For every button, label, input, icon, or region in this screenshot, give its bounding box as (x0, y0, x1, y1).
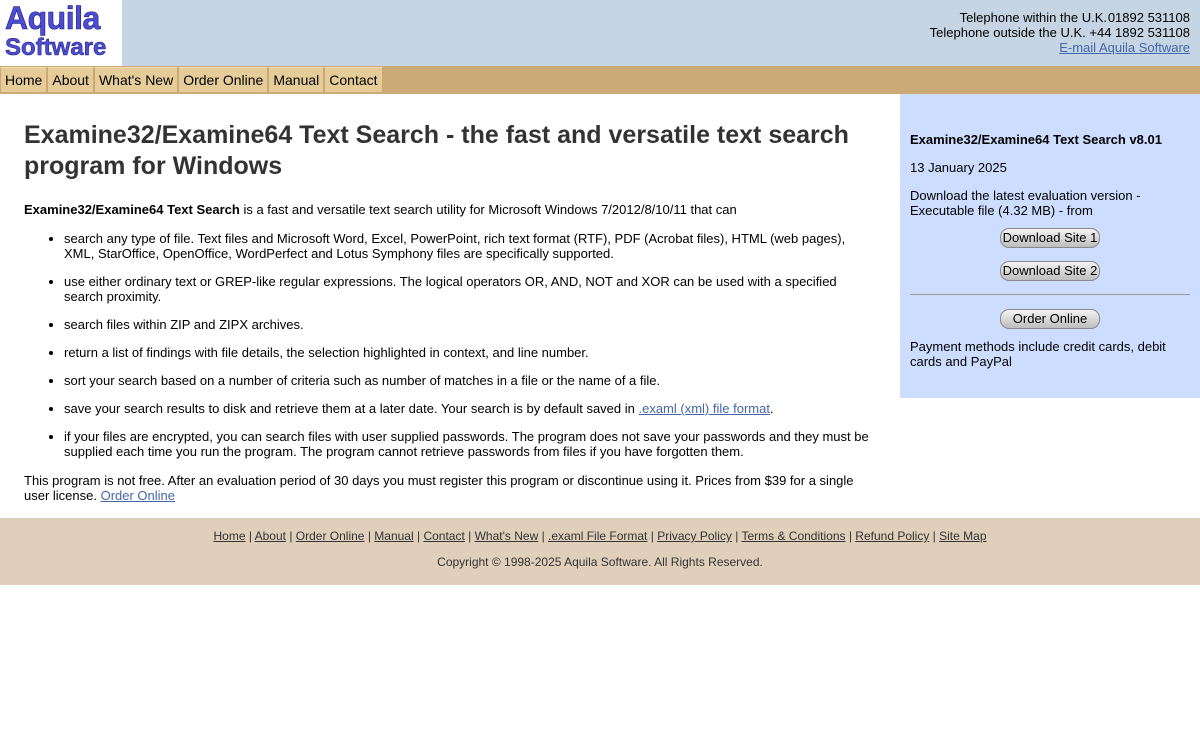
footer-link-examl-format[interactable]: .examl File Format (548, 529, 647, 543)
save-bullet-end: . (769, 401, 774, 416)
footer-link-privacy[interactable]: Privacy Policy (657, 529, 732, 543)
payment-methods: Payment methods include credit cards, de… (910, 339, 1166, 369)
list-item: search files within ZIP and ZIPX archive… (64, 317, 876, 332)
download-site-1-button[interactable]: Download Site 1 (1000, 228, 1100, 248)
list-item: search any type of file. Text files and … (64, 231, 876, 261)
nav-contact[interactable]: Contact (324, 67, 383, 93)
nav-home[interactable]: Home (0, 67, 48, 93)
footer-link-home[interactable]: Home (213, 529, 245, 543)
download-description: Download the latest evaluation version -… (910, 188, 1141, 218)
list-item: use either ordinary text or GREP-like re… (64, 274, 876, 304)
order-online-button[interactable]: Order Online (1000, 309, 1100, 329)
closing-paragraph: This program is not free. After an evalu… (24, 473, 876, 503)
intro-paragraph: Examine32/Examine64 Text Search is a fas… (24, 202, 876, 217)
main-content: Examine32/Examine64 Text Search - the fa… (24, 120, 876, 503)
nav-about[interactable]: About (47, 67, 94, 93)
footer-link-terms[interactable]: Terms & Conditions (741, 529, 845, 543)
release-date: 13 January 2025 (910, 160, 1007, 175)
site-footer: Home | About | Order Online | Manual | C… (0, 518, 1200, 585)
footer-link-sitemap[interactable]: Site Map (939, 529, 986, 543)
download-site-2-button[interactable]: Download Site 2 (1000, 261, 1100, 281)
uk-phone-label: Telephone within the U.K. (959, 10, 1107, 25)
save-bullet-text: save your search results to disk and ret… (64, 401, 639, 416)
main-nav: Home About What's New Order Online Manua… (0, 66, 1200, 94)
footer-link-contact[interactable]: Contact (423, 529, 464, 543)
footer-link-refund[interactable]: Refund Policy (855, 529, 929, 543)
nav-manual[interactable]: Manual (268, 67, 325, 93)
email-link[interactable]: E-mail Aquila Software (1059, 40, 1190, 55)
page-title: Examine32/Examine64 Text Search - the fa… (24, 121, 849, 180)
site-header: Aquila Software Telephone within the U.K… (0, 0, 1200, 66)
footer-link-whats-new[interactable]: What's New (475, 529, 539, 543)
intro-text: is a fast and versatile text search util… (239, 202, 737, 217)
footer-link-manual[interactable]: Manual (374, 529, 413, 543)
examl-format-link[interactable]: .examl (xml) file format (638, 401, 769, 416)
footer-links: Home | About | Order Online | Manual | C… (213, 529, 987, 543)
footer-link-order-online[interactable]: Order Online (296, 529, 365, 543)
contact-block: Telephone within the U.K.01892 531108 Te… (930, 10, 1190, 55)
order-online-link[interactable]: Order Online (101, 488, 175, 503)
version-title: Examine32/Examine64 Text Search v8.01 (910, 132, 1162, 147)
nav-order-online[interactable]: Order Online (178, 67, 269, 93)
list-item: return a list of findings with file deta… (64, 345, 876, 360)
feature-list: search any type of file. Text files and … (24, 231, 876, 459)
footer-link-about[interactable]: About (255, 529, 286, 543)
sidebar-divider (910, 294, 1190, 295)
nav-whats-new[interactable]: What's New (93, 67, 179, 93)
list-item: if your files are encrypted, you can sea… (64, 429, 876, 459)
list-item: sort your search based on a number of cr… (64, 373, 876, 388)
logo-line-2: Software (5, 34, 107, 62)
intro-product-name: Examine32/Examine64 Text Search (24, 202, 240, 217)
intl-phone-number: +44 1892 531108 (1089, 25, 1190, 40)
copyright: Copyright © 1998-2025 Aquila Software. A… (437, 555, 763, 569)
uk-phone-number: 01892 531108 (1107, 10, 1190, 25)
aquila-logo[interactable]: Aquila Software (0, 0, 122, 66)
list-item: save your search results to disk and ret… (64, 401, 876, 416)
download-sidebar: Examine32/Examine64 Text Search v8.01 13… (900, 94, 1200, 398)
intl-phone-label: Telephone outside the U.K. (929, 25, 1086, 40)
